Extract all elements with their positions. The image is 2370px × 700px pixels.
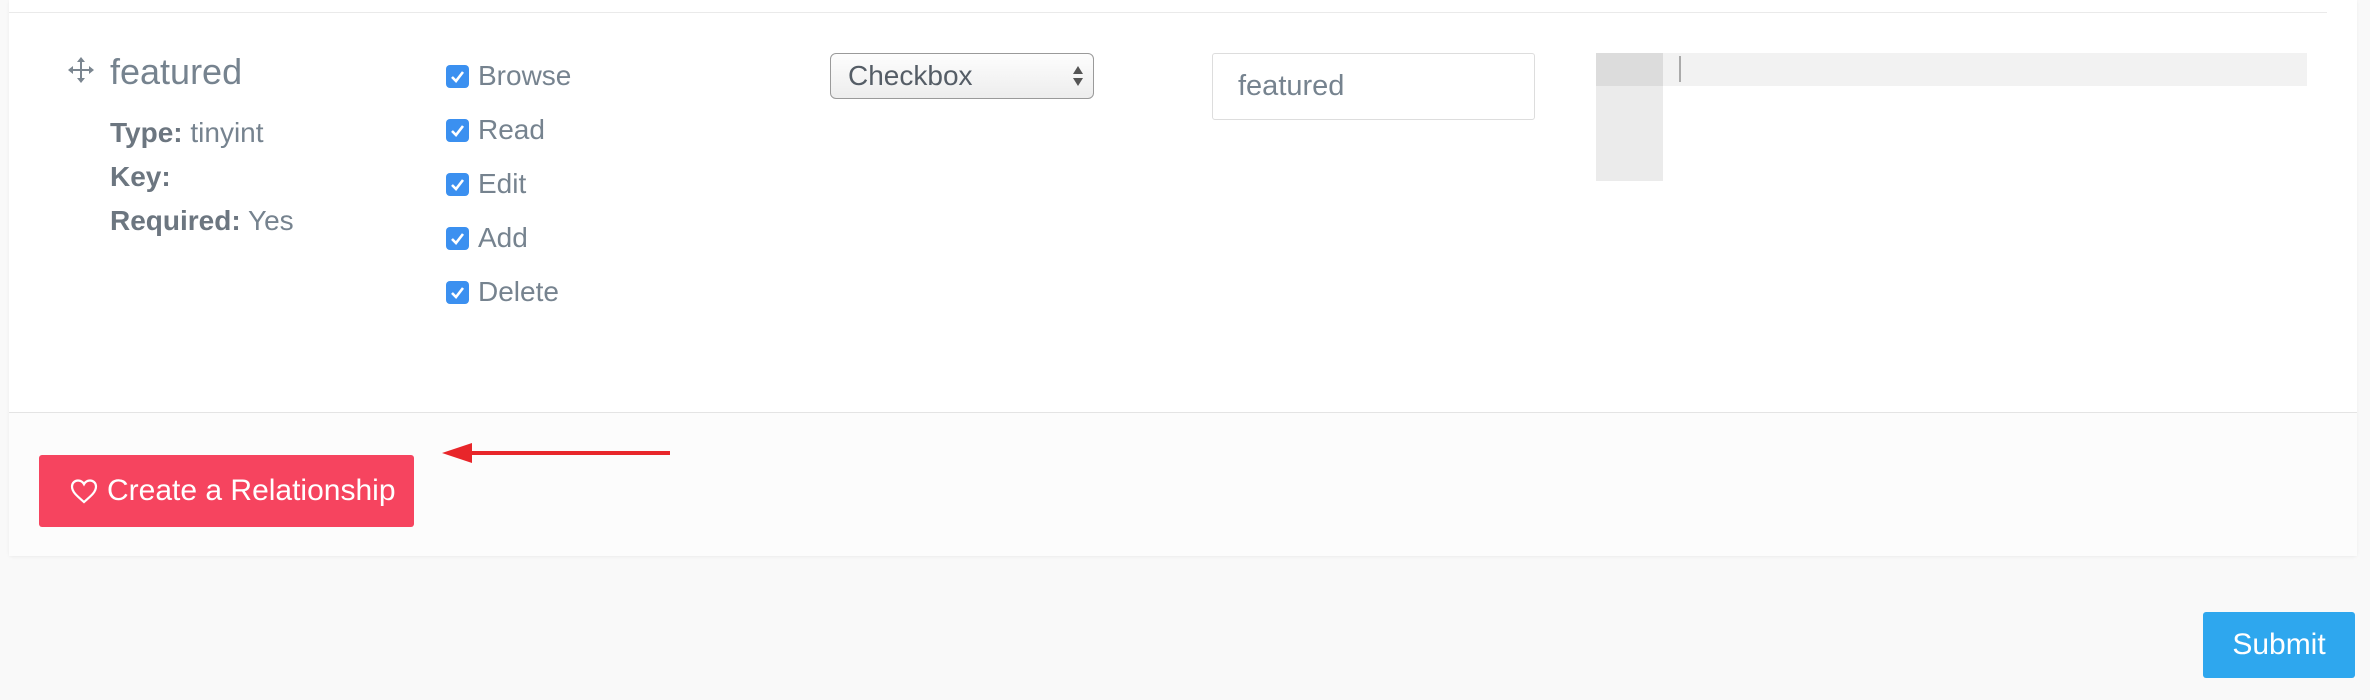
permission-add[interactable]: Add bbox=[446, 221, 528, 255]
create-relationship-label: Create a Relationship bbox=[107, 474, 396, 507]
display-name-input[interactable]: featured bbox=[1212, 53, 1535, 120]
field-type-value: tinyint bbox=[190, 117, 264, 148]
permission-label: Add bbox=[478, 222, 528, 253]
permission-read[interactable]: Read bbox=[446, 113, 545, 147]
permission-label: Browse bbox=[478, 60, 572, 91]
field-key-label: Key: bbox=[110, 161, 171, 192]
heart-outline-icon bbox=[70, 479, 98, 504]
select-arrows-icon bbox=[1073, 66, 1083, 86]
card-footer: Create a Relationship bbox=[9, 412, 2357, 556]
details-code-editor[interactable] bbox=[1596, 53, 2307, 181]
checkmark-icon bbox=[451, 286, 465, 299]
checkmark-icon bbox=[451, 70, 465, 83]
editor-active-line[interactable] bbox=[1663, 53, 2307, 86]
field-required-value: Yes bbox=[247, 205, 294, 236]
row-divider bbox=[9, 12, 2327, 13]
permission-delete[interactable]: Delete bbox=[446, 275, 559, 309]
editor-active-gutter bbox=[1596, 53, 1663, 86]
permission-label: Delete bbox=[478, 276, 559, 307]
field-type-label: Type: bbox=[110, 117, 183, 148]
submit-button[interactable]: Submit bbox=[2203, 612, 2355, 678]
read-checkbox[interactable] bbox=[446, 118, 469, 142]
bread-edit-page: featured Type: tinyint Key: Required: Ye… bbox=[0, 0, 2370, 700]
permission-edit[interactable]: Edit bbox=[446, 167, 526, 201]
annotation-arrow-icon bbox=[442, 443, 670, 463]
field-type: Type: tinyint bbox=[110, 116, 264, 150]
field-required-label: Required: bbox=[110, 205, 241, 236]
editor-cursor bbox=[1679, 56, 1681, 82]
field-key: Key: bbox=[110, 160, 171, 194]
edit-checkbox[interactable] bbox=[446, 172, 469, 196]
browse-checkbox[interactable] bbox=[446, 64, 469, 88]
field-name: featured bbox=[110, 51, 243, 92]
permission-label: Edit bbox=[478, 168, 527, 199]
checkmark-icon bbox=[451, 124, 465, 137]
field-card: featured Type: tinyint Key: Required: Ye… bbox=[9, 0, 2357, 556]
permission-label: Read bbox=[478, 114, 545, 145]
add-checkbox[interactable] bbox=[446, 226, 469, 250]
create-relationship-button[interactable]: Create a Relationship bbox=[39, 455, 414, 527]
permission-browse[interactable]: Browse bbox=[446, 59, 571, 93]
move-handle-icon[interactable] bbox=[67, 56, 95, 84]
checkmark-icon bbox=[451, 178, 465, 191]
input-type-select[interactable]: Checkbox bbox=[830, 53, 1094, 99]
field-required: Required: Yes bbox=[110, 204, 294, 238]
delete-checkbox[interactable] bbox=[446, 280, 469, 304]
input-type-selected: Checkbox bbox=[848, 60, 973, 91]
checkmark-icon bbox=[451, 232, 465, 245]
